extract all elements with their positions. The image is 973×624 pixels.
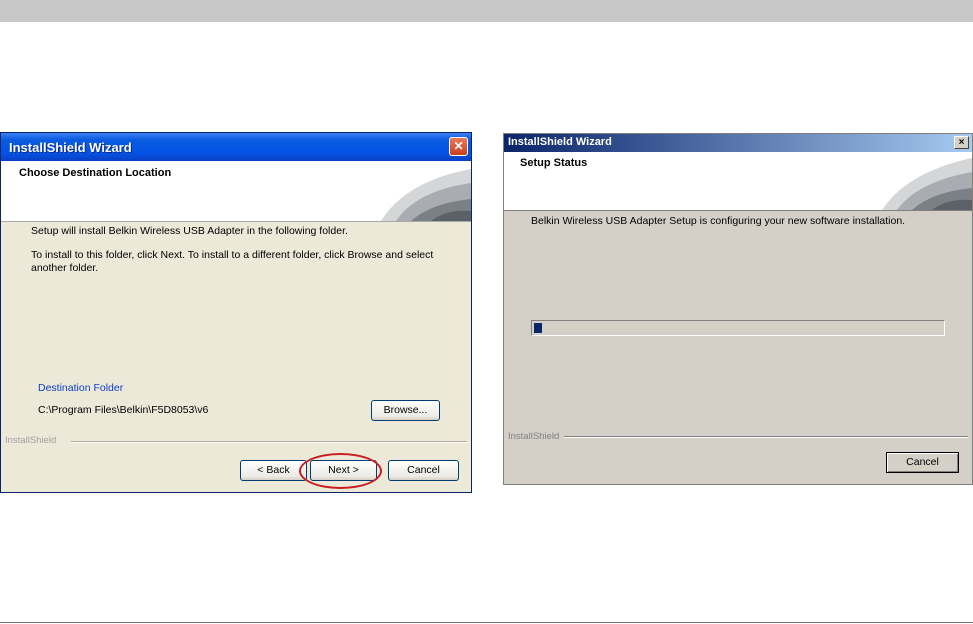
install-info-text: Setup will install Belkin Wireless USB A… [31, 225, 348, 237]
window-title: InstallShield Wizard [9, 140, 132, 155]
separator-line [564, 436, 968, 438]
destination-folder-label: Destination Folder [38, 382, 124, 394]
wizard-header: Choose Destination Location [1, 161, 471, 222]
next-button-highlight-circle [299, 453, 382, 489]
wizard-banner-art [862, 152, 972, 210]
separator-line [71, 441, 467, 443]
instruction-text: To install to this folder, click Next. T… [31, 249, 434, 274]
setup-status-window: InstallShield Wizard × Setup Status Belk… [503, 133, 973, 485]
installshield-brand-label: InstallShield [5, 435, 57, 446]
window-title: InstallShield Wizard [508, 136, 612, 148]
cancel-button[interactable]: Cancel [388, 460, 459, 481]
progress-fill [534, 323, 542, 333]
title-bar[interactable]: InstallShield Wizard × [504, 134, 972, 152]
status-text: Belkin Wireless USB Adapter Setup is con… [531, 215, 906, 227]
wizard-header: Setup Status [504, 152, 972, 211]
top-band [0, 0, 973, 22]
close-icon[interactable]: ✕ [449, 137, 468, 156]
installshield-brand-label: InstallShield [508, 431, 560, 442]
bottom-rule [0, 622, 973, 623]
choose-destination-window: InstallShield Wizard ✕ Choose Destinatio… [0, 132, 472, 493]
title-bar[interactable]: InstallShield Wizard ✕ [1, 133, 471, 161]
browse-button[interactable]: Browse... [371, 400, 440, 421]
wizard-banner-art [361, 161, 471, 221]
cancel-button[interactable]: Cancel [886, 452, 959, 473]
page-title: Choose Destination Location [19, 167, 172, 179]
back-button[interactable]: < Back [240, 460, 307, 481]
progress-bar [531, 320, 945, 336]
page-title: Setup Status [520, 157, 588, 169]
close-icon[interactable]: × [954, 136, 969, 149]
destination-path: C:\Program Files\Belkin\F5D8053\v6 [38, 404, 209, 416]
